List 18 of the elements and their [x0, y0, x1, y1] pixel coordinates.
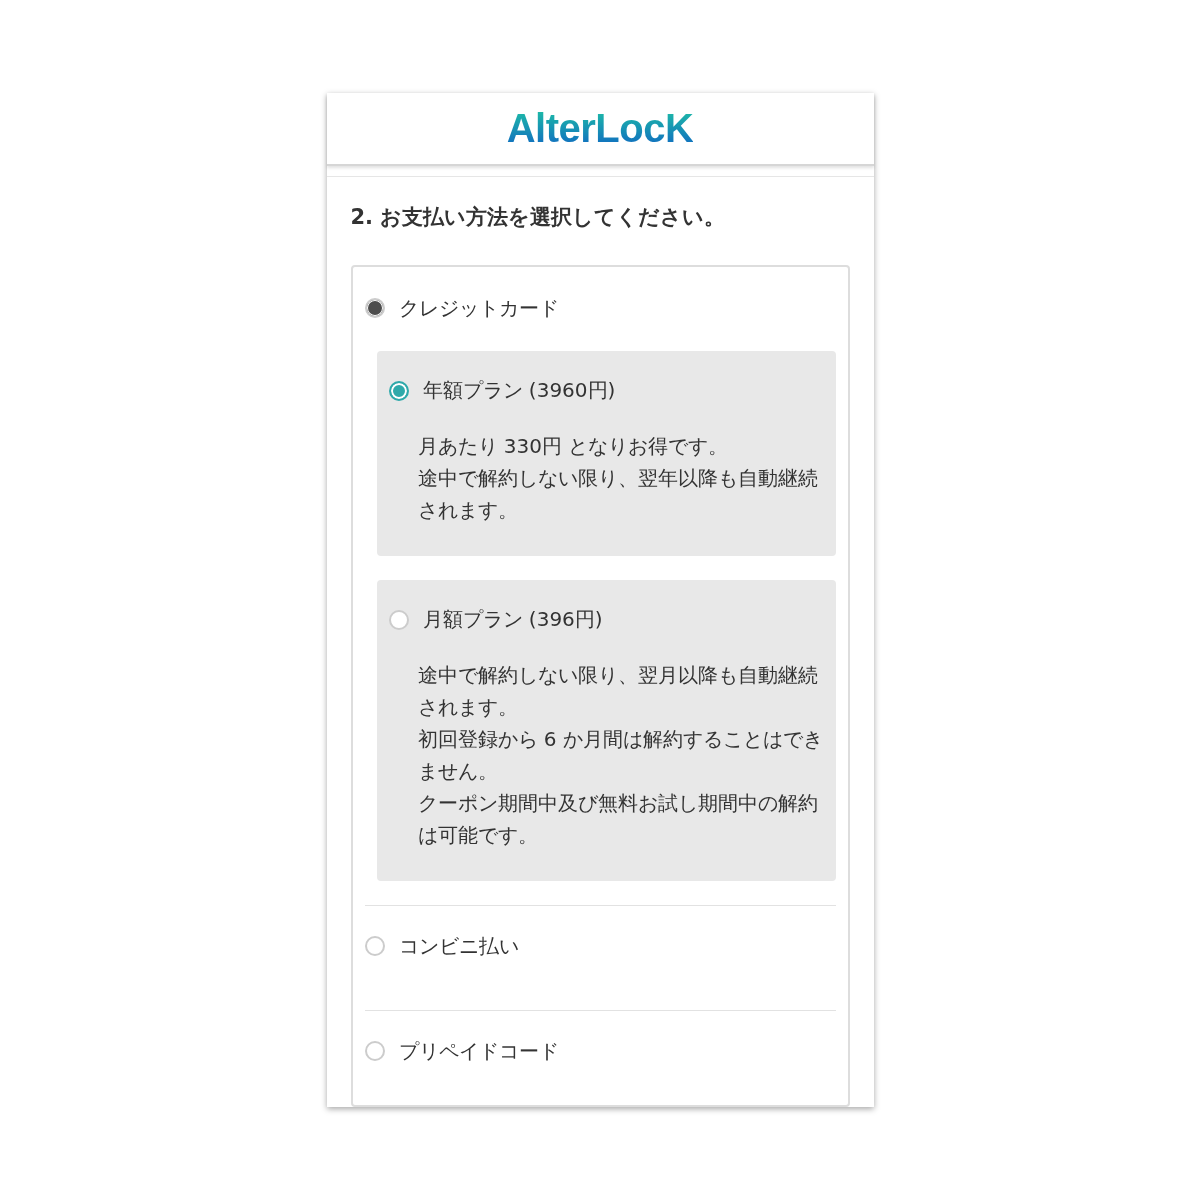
plan-panel[interactable]: 年額プラン (3960円) 月あたり 330円 となりお得です。 途中で解約しない限り、翌年以降も自動継続されます。	[376, 351, 836, 556]
section-heading: 2. お支払い方法を選択してください。	[350, 204, 727, 231]
radio-button[interactable]	[364, 298, 385, 318]
radio-button[interactable]	[364, 1041, 385, 1061]
plan-description: 月あたり 330円 となりお得です。	[417, 433, 730, 460]
radio-button[interactable]	[388, 609, 409, 630]
payment-option[interactable]: コンビニ払い	[364, 906, 836, 986]
radio-button[interactable]	[388, 380, 409, 401]
plan-description: クーポン期間中及び無料お試し期間中の解約は可能です。	[417, 790, 819, 849]
plan-label: 月額プラン (396円)	[422, 606, 603, 633]
payment-option[interactable]: プリペイドコード	[364, 1011, 836, 1091]
plan-panel[interactable]: 月額プラン (396円) 途中で解約しない限り、翌月以降も自動継続されます。 初回登録から 6 か月間は解約することはできません。 クーポン期間中及び無料お試し期間中の解約は可能です。	[376, 580, 836, 881]
plan-label: 年額プラン (3960円)	[422, 377, 616, 404]
plan-description: 初回登録から 6 か月間は解約することはできません。	[417, 726, 824, 785]
plan-description: 途中で解約しない限り、翌月以降も自動継続されます。	[417, 662, 819, 721]
radio-button[interactable]	[364, 936, 385, 956]
plan-description: 途中で解約しない限り、翌年以降も自動継続されます。	[417, 465, 819, 524]
payment-option[interactable]: クレジットカード	[364, 277, 836, 339]
